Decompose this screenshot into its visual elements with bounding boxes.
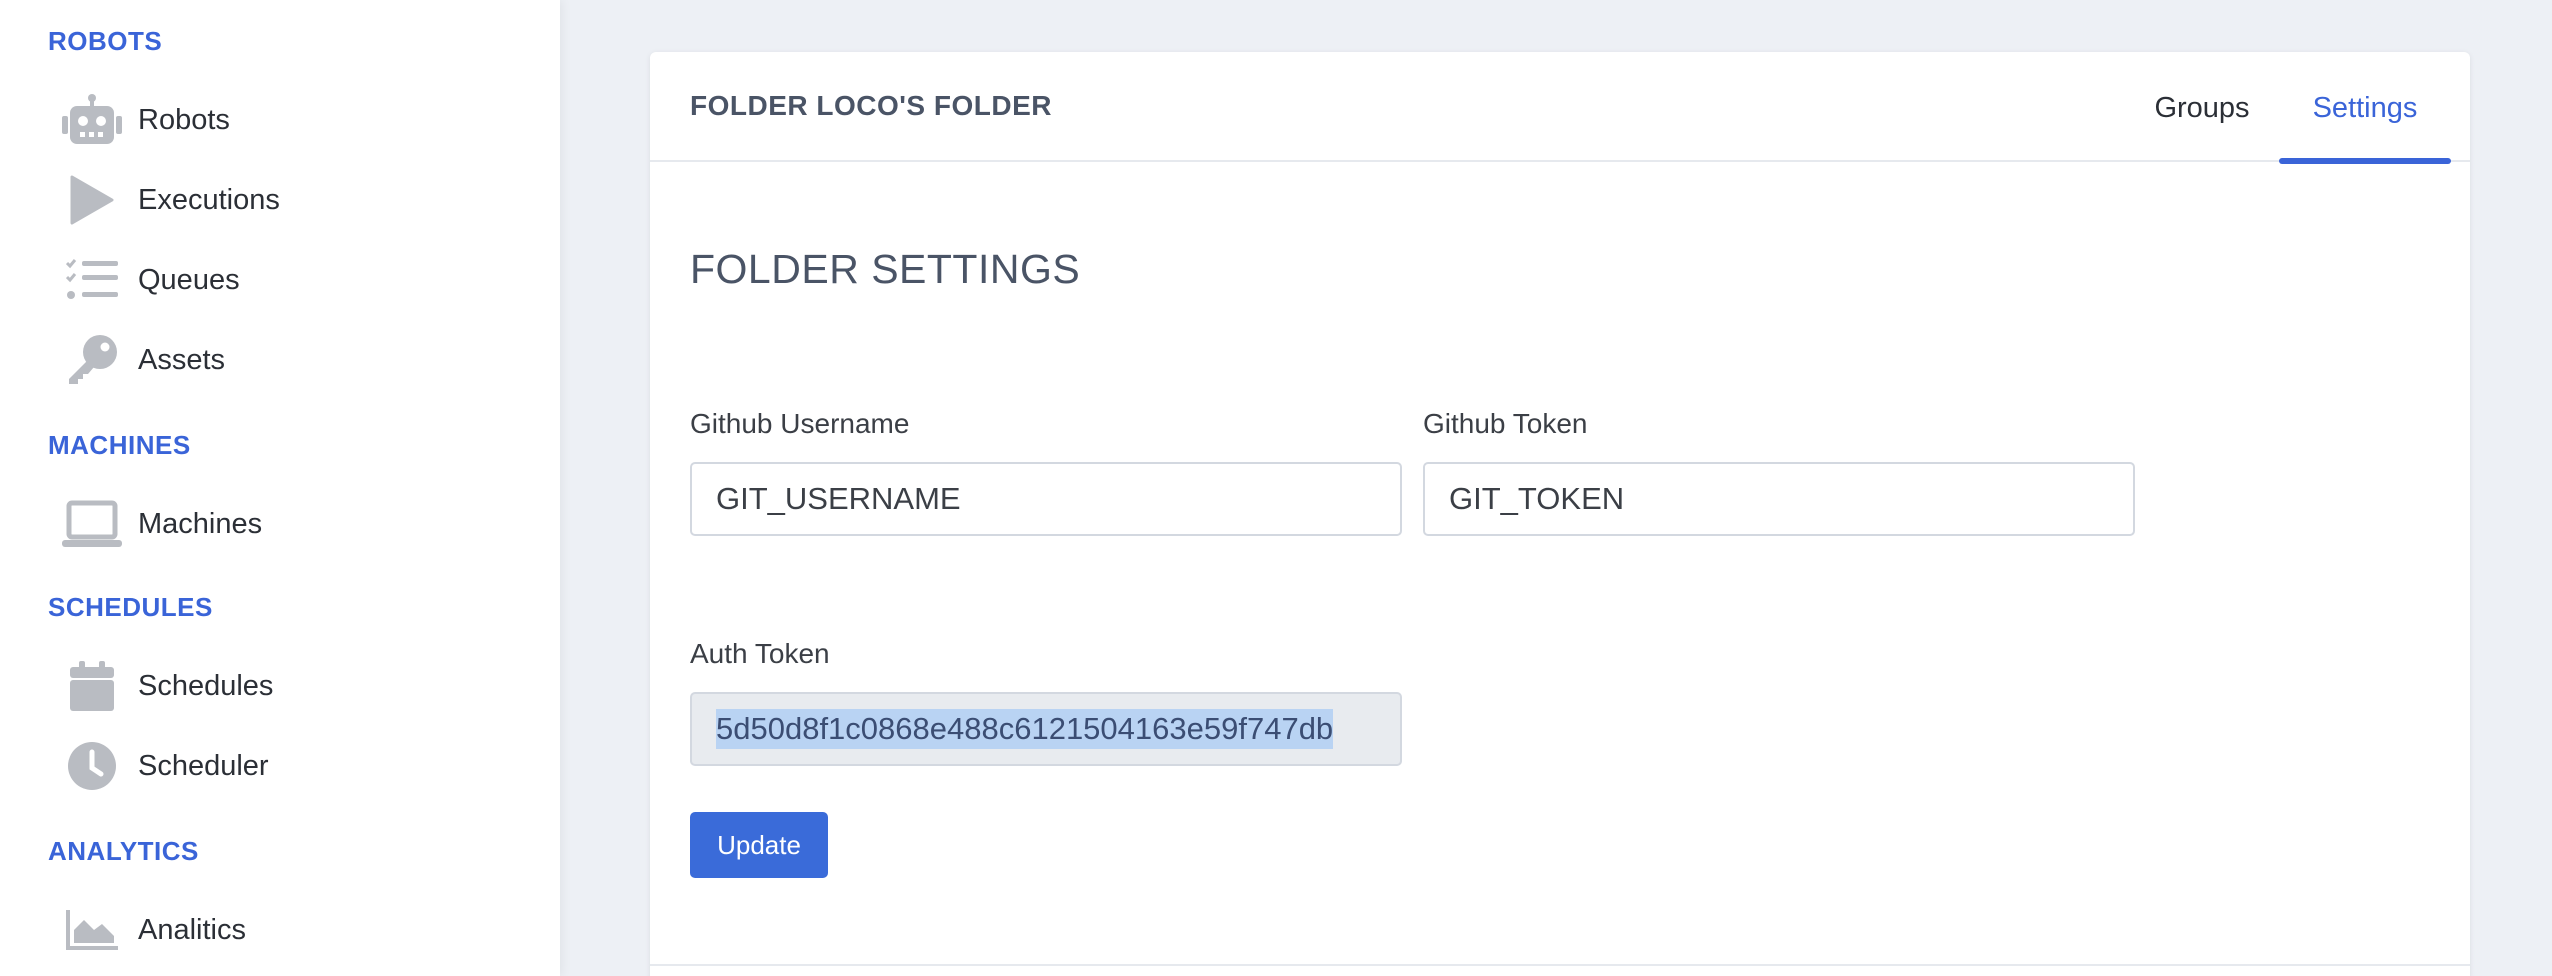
section-title-machines: MACHINES — [48, 430, 191, 460]
sidebar-item-label: Scheduler — [138, 749, 269, 782]
sidebar-item-label: Assets — [138, 343, 226, 376]
card-divider — [650, 964, 2470, 966]
tab-active-indicator — [2279, 158, 2451, 164]
sidebar-item-analitics[interactable]: Analitics — [60, 898, 520, 962]
calendar-icon — [60, 654, 124, 718]
clock-icon — [60, 734, 124, 798]
folder-card: FOLDER LOCO'S FOLDER Groups Settings FOL… — [650, 52, 2470, 976]
section-title-analytics: ANALYTICS — [48, 836, 199, 866]
sidebar-item-label: Schedules — [138, 669, 274, 702]
auth-token-label: Auth Token — [690, 638, 830, 669]
sidebar-item-label: Analitics — [138, 913, 246, 946]
github-username-label: Github Username — [690, 408, 910, 439]
sidebar-item-label: Robots — [138, 103, 230, 136]
update-button[interactable]: Update — [690, 812, 828, 878]
tab-settings[interactable]: Settings — [2279, 52, 2451, 164]
robot-icon — [60, 88, 124, 152]
settings-heading: FOLDER SETTINGS — [690, 246, 1081, 292]
card-header: FOLDER LOCO'S FOLDER Groups Settings — [650, 52, 2470, 164]
sidebar-item-label: Queues — [138, 263, 240, 296]
tab-label: Settings — [2312, 91, 2418, 124]
tab-label: Groups — [2154, 91, 2250, 124]
sidebar-item-label: Machines — [138, 507, 263, 540]
github-token-label: Github Token — [1423, 408, 1588, 439]
sidebar-item-label: Executions — [138, 183, 280, 216]
tab-groups[interactable]: Groups — [2128, 52, 2276, 164]
section-title-schedules: SCHEDULES — [48, 592, 213, 622]
sidebar-item-assets[interactable]: Assets — [60, 328, 520, 392]
sidebar-item-machines[interactable]: Machines — [60, 492, 520, 556]
auth-token-value: 5d50d8f1c0868e488c6121504163e59f747db — [716, 709, 1334, 749]
sidebar: ROBOTS Robots Executions Queues Assets M… — [0, 0, 560, 976]
github-token-input[interactable] — [1423, 462, 2135, 536]
area-chart-icon — [60, 898, 124, 962]
section-title-robots: ROBOTS — [48, 26, 163, 56]
sidebar-item-scheduler[interactable]: Scheduler — [60, 734, 520, 798]
list-check-icon — [60, 248, 124, 312]
sidebar-item-schedules[interactable]: Schedules — [60, 654, 520, 718]
page-title: FOLDER LOCO'S FOLDER — [690, 90, 1052, 121]
github-username-input[interactable] — [690, 462, 1402, 536]
sidebar-item-robots[interactable]: Robots — [60, 88, 520, 152]
auth-token-field[interactable]: 5d50d8f1c0868e488c6121504163e59f747db — [690, 692, 1402, 766]
sidebar-item-queues[interactable]: Queues — [60, 248, 520, 312]
laptop-icon — [60, 492, 124, 556]
sidebar-item-executions[interactable]: Executions — [60, 168, 520, 232]
play-icon — [60, 168, 124, 232]
key-icon — [60, 328, 124, 392]
